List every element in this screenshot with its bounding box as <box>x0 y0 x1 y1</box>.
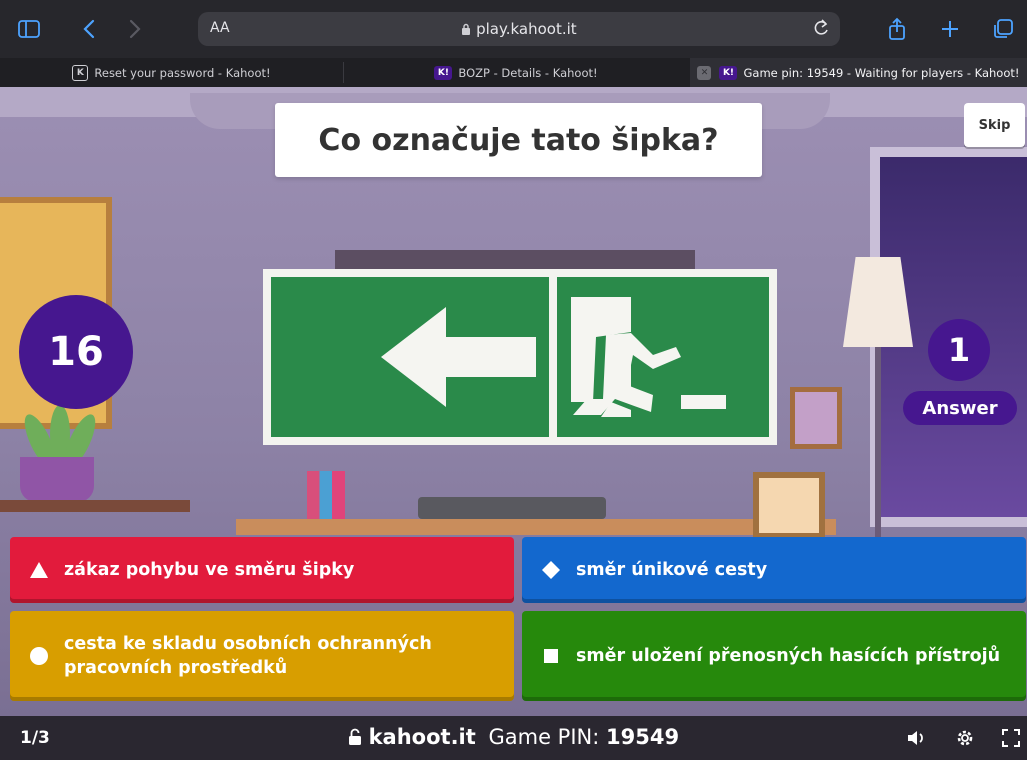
background-plant-pot <box>20 457 94 502</box>
tab-bar: K Reset your password - Kahoot! K! BOZP … <box>0 58 1027 87</box>
background-speaker <box>418 497 606 519</box>
tab-label: Reset your password - Kahoot! <box>94 65 271 80</box>
answer-label: cesta ke skladu osobních ochranných prac… <box>64 634 432 678</box>
kahoot-favicon-icon: K! <box>719 65 738 80</box>
close-tab-icon[interactable]: ✕ <box>697 65 712 80</box>
fullscreen-icon[interactable] <box>1000 727 1022 749</box>
tab-bozp-details[interactable]: K! BOZP - Details - Kahoot! <box>344 58 688 87</box>
tab-label: BOZP - Details - Kahoot! <box>458 65 598 80</box>
lock-icon <box>348 725 369 749</box>
skip-button[interactable]: Skip <box>964 103 1025 147</box>
sign-divider <box>549 277 557 437</box>
game-pin-info: kahoot.it Game PIN: 19549 <box>0 725 1027 749</box>
game-pin: 19549 <box>606 725 680 749</box>
answer-option-blue[interactable]: směr únikové cesty <box>522 537 1026 603</box>
settings-gear-icon[interactable] <box>954 727 976 749</box>
background-frame-small <box>790 387 842 449</box>
answer-option-green[interactable]: směr uložení přenosných hasících přístro… <box>522 611 1026 701</box>
tab-reset-password[interactable]: K Reset your password - Kahoot! <box>0 58 343 87</box>
answer-count-label: Answer <box>903 391 1017 425</box>
sidebar-icon[interactable] <box>14 14 44 44</box>
address-bar[interactable]: AA play.kahoot.it <box>198 12 840 46</box>
tabs-overview-icon[interactable] <box>988 14 1018 44</box>
square-icon <box>538 643 564 669</box>
diamond-icon <box>538 557 564 583</box>
countdown-timer: 16 <box>19 295 133 409</box>
answer-label: zákaz pohybu ve směru šipky <box>64 560 355 580</box>
background-frame-right <box>753 472 825 539</box>
question-image <box>263 269 777 445</box>
answer-option-red[interactable]: zákaz pohybu ve směru šipky <box>10 537 514 603</box>
pin-label: Game PIN: <box>488 725 600 749</box>
triangle-icon <box>26 557 52 583</box>
exit-sign-image <box>381 282 761 430</box>
volume-icon[interactable] <box>905 727 927 749</box>
background-books <box>307 471 345 519</box>
browser-toolbar: AA play.kahoot.it <box>0 0 1027 58</box>
forward-icon[interactable] <box>120 14 150 44</box>
answer-label: směr únikové cesty <box>576 560 768 580</box>
answer-label: směr uložení přenosných hasících přístro… <box>576 646 1001 666</box>
back-icon[interactable] <box>74 14 104 44</box>
question-title: Co označuje tato šipka? <box>275 103 762 177</box>
lock-icon <box>461 20 476 38</box>
kahoot-favicon-icon: K <box>72 64 89 81</box>
new-tab-icon[interactable] <box>935 14 965 44</box>
site-name: kahoot.it <box>368 725 476 749</box>
kahoot-favicon-icon: K! <box>434 65 453 80</box>
tab-game-pin[interactable]: ✕ K! Game pin: 19549 - Waiting for playe… <box>690 58 1027 87</box>
reload-icon[interactable] <box>812 18 830 42</box>
tab-label: Game pin: 19549 - Waiting for players - … <box>743 65 1020 80</box>
circle-icon <box>26 643 52 669</box>
background-lamp-stand <box>875 345 881 545</box>
answer-count: 1 <box>928 319 990 381</box>
share-icon[interactable] <box>882 14 912 44</box>
url-text: play.kahoot.it <box>476 20 577 38</box>
background-shelf <box>236 519 836 535</box>
answer-option-yellow[interactable]: cesta ke skladu osobních ochranných prac… <box>10 611 514 701</box>
background-shelf-left <box>0 500 190 512</box>
game-footer: 1/3 kahoot.it Game PIN: 19549 <box>0 716 1027 760</box>
